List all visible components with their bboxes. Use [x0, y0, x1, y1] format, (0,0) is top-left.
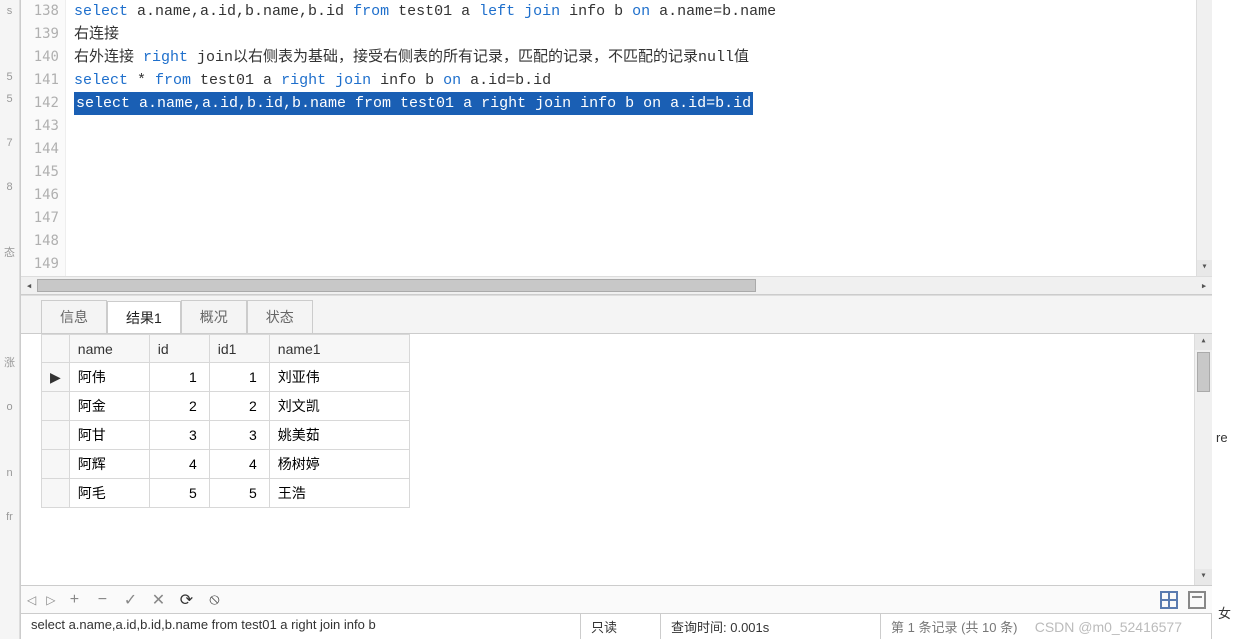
editor-horizontal-scrollbar[interactable]: ◂ ▸	[21, 276, 1212, 294]
external-right-edge: re 女	[1212, 0, 1238, 639]
row-marker-icon	[42, 479, 70, 508]
cell[interactable]: 1	[149, 363, 209, 392]
status-bar: select a.name,a.id,b.id,b.name from test…	[21, 613, 1212, 639]
cell[interactable]: 2	[209, 392, 269, 421]
cell[interactable]: 阿金	[69, 392, 149, 421]
tab-概况[interactable]: 概况	[181, 300, 247, 333]
scroll-down-icon[interactable]: ▾	[1197, 260, 1212, 276]
edge-text: 女	[1218, 603, 1231, 622]
tab-信息[interactable]: 信息	[41, 300, 107, 333]
code-line[interactable]	[74, 138, 1212, 161]
cell[interactable]: 杨树婷	[269, 450, 409, 479]
scroll-down-icon[interactable]: ▾	[1195, 569, 1212, 585]
grid-view-icon[interactable]	[1160, 591, 1178, 609]
code-line[interactable]: select * from test01 a right join info b…	[74, 69, 1212, 92]
tab-结果1[interactable]: 结果1	[107, 301, 181, 334]
selected-text[interactable]: select a.name,a.id,b.id,b.name from test…	[74, 92, 753, 115]
form-view-icon[interactable]	[1188, 591, 1206, 609]
results-vertical-scrollbar[interactable]: ▴ ▾	[1194, 334, 1212, 585]
stop-button[interactable]: ⦸	[205, 591, 223, 609]
row-marker-icon: ▶	[42, 363, 70, 392]
status-query-time: 查询时间: 0.001s	[661, 614, 881, 639]
scrollbar-thumb[interactable]	[1197, 352, 1210, 392]
cell[interactable]: 阿毛	[69, 479, 149, 508]
cell[interactable]: 刘文凯	[269, 392, 409, 421]
status-sql: select a.name,a.id,b.id,b.name from test…	[21, 614, 581, 639]
code-line[interactable]: 右外连接 right join以右侧表为基础，接受右侧表的所有记录，匹配的记录，…	[74, 46, 1212, 69]
cell[interactable]: 4	[149, 450, 209, 479]
code-area[interactable]: select a.name,a.id,b.name,b.id from test…	[66, 0, 1212, 276]
next-record-icon[interactable]: ▷	[46, 593, 55, 607]
code-line[interactable]: 右连接	[74, 23, 1212, 46]
apply-button[interactable]: ✓	[121, 590, 139, 610]
refresh-button[interactable]: ⟳	[177, 590, 195, 610]
edge-text: re	[1216, 430, 1228, 445]
cell[interactable]: 2	[149, 392, 209, 421]
add-record-button[interactable]: +	[65, 591, 83, 609]
code-line[interactable]	[74, 253, 1212, 276]
cell[interactable]: 阿甘	[69, 421, 149, 450]
scroll-up-icon[interactable]: ▴	[1195, 334, 1212, 350]
delete-record-button[interactable]: −	[93, 591, 111, 609]
cell[interactable]: 王浩	[269, 479, 409, 508]
cell[interactable]: 1	[209, 363, 269, 392]
table-row[interactable]: 阿甘33姚美茹	[42, 421, 410, 450]
cell[interactable]: 3	[209, 421, 269, 450]
cell[interactable]: 阿伟	[69, 363, 149, 392]
code-line[interactable]	[74, 230, 1212, 253]
code-line[interactable]	[74, 207, 1212, 230]
cell[interactable]: 姚美茹	[269, 421, 409, 450]
results-toolbar: ◁ ▷ + − ✓ ✕ ⟳ ⦸	[21, 585, 1212, 613]
scrollbar-thumb[interactable]	[37, 279, 756, 292]
cell[interactable]: 阿辉	[69, 450, 149, 479]
code-line[interactable]	[74, 161, 1212, 184]
code-line[interactable]: select a.name,a.id,b.id,b.name from test…	[74, 92, 1212, 115]
status-readonly: 只读	[581, 614, 661, 639]
table-row[interactable]: 阿毛55王浩	[42, 479, 410, 508]
prev-record-icon[interactable]: ◁	[27, 593, 36, 607]
column-header[interactable]: name	[69, 335, 149, 363]
sql-editor[interactable]: 138139140141142143144145146147148149 sel…	[21, 0, 1212, 276]
column-header[interactable]: id1	[209, 335, 269, 363]
scroll-right-icon[interactable]: ▸	[1196, 279, 1212, 293]
column-header[interactable]: name1	[269, 335, 409, 363]
row-marker-icon	[42, 392, 70, 421]
cell[interactable]: 3	[149, 421, 209, 450]
cell[interactable]: 5	[149, 479, 209, 508]
tab-状态[interactable]: 状态	[247, 300, 313, 333]
external-left-gutter: s5578态涨onfr	[0, 0, 20, 639]
row-marker-icon	[42, 450, 70, 479]
scroll-left-icon[interactable]: ◂	[21, 279, 37, 293]
line-number-gutter: 138139140141142143144145146147148149	[21, 0, 66, 276]
code-line[interactable]	[74, 115, 1212, 138]
result-tabs: 信息结果1概况状态	[21, 295, 1212, 333]
cell[interactable]: 4	[209, 450, 269, 479]
column-header[interactable]: id	[149, 335, 209, 363]
table-row[interactable]: 阿金22刘文凯	[42, 392, 410, 421]
scrollbar-track[interactable]	[37, 277, 1196, 294]
table-row[interactable]: ▶阿伟11刘亚伟	[42, 363, 410, 392]
code-line[interactable]: select a.name,a.id,b.name,b.id from test…	[74, 0, 1212, 23]
code-line[interactable]	[74, 184, 1212, 207]
results-grid[interactable]: nameidid1name1▶阿伟11刘亚伟阿金22刘文凯阿甘33姚美茹阿辉44…	[41, 334, 410, 508]
table-row[interactable]: 阿辉44杨树婷	[42, 450, 410, 479]
row-marker-icon	[42, 421, 70, 450]
editor-vertical-scrollbar[interactable]: ▾	[1196, 0, 1212, 276]
cell[interactable]: 刘亚伟	[269, 363, 409, 392]
cell[interactable]: 5	[209, 479, 269, 508]
status-record-count: 第 1 条记录 (共 10 条)	[881, 614, 1212, 639]
cancel-button[interactable]: ✕	[149, 590, 167, 610]
